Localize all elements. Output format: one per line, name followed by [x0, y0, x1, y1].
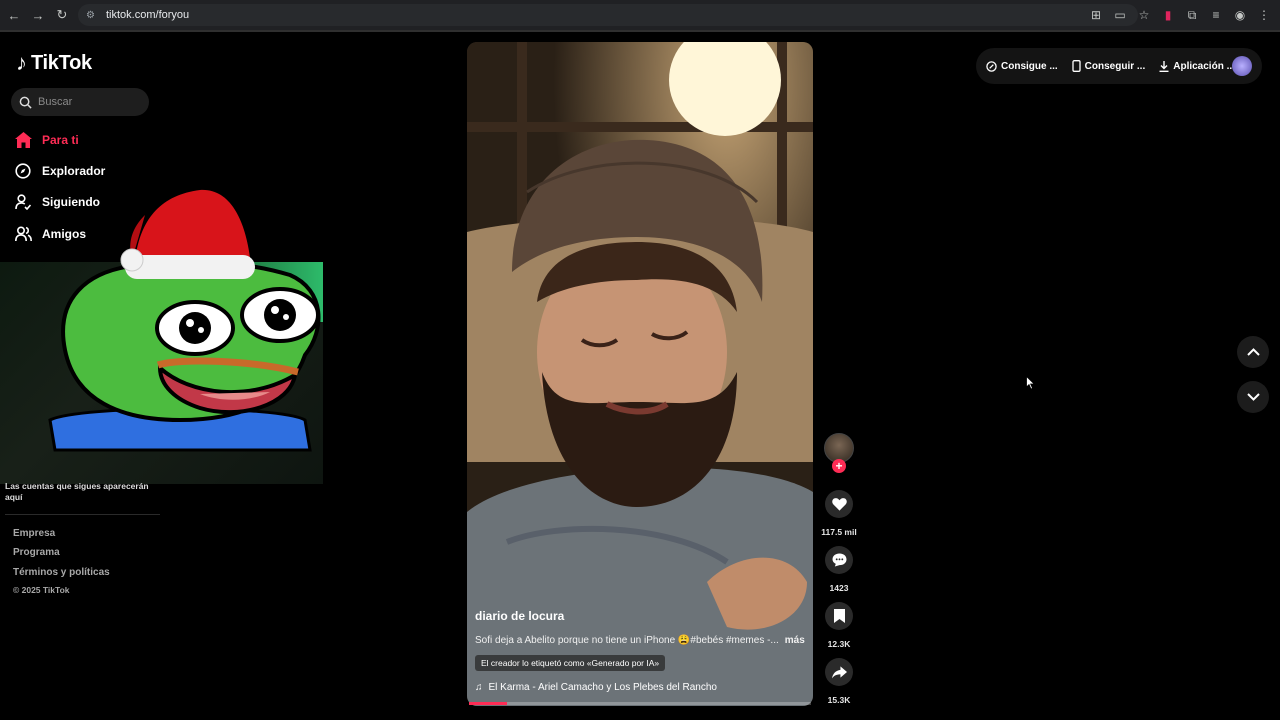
- home-icon: [14, 131, 32, 149]
- pill-label: Consigue ...: [1001, 60, 1058, 72]
- reload-icon[interactable]: ↻: [50, 3, 74, 27]
- mouse-cursor-icon: [1026, 376, 1036, 390]
- pepe-santa-hat-sticker: [48, 189, 321, 452]
- menu-icon[interactable]: ⋮: [1256, 8, 1272, 22]
- like-count: 117.5 mil: [821, 527, 857, 537]
- user-follow-icon: [14, 193, 32, 211]
- sidebar-divider: [5, 514, 160, 515]
- chevron-down-icon: [1246, 393, 1260, 401]
- comment-icon: [832, 553, 846, 567]
- bookmark-star-icon[interactable]: ☆: [1136, 8, 1152, 22]
- like-button[interactable]: [825, 490, 853, 518]
- more-button[interactable]: más: [785, 635, 805, 646]
- phone-icon: [1072, 60, 1081, 72]
- coin-icon: [986, 60, 997, 72]
- back-icon[interactable]: ←: [2, 3, 26, 27]
- footer-link-programa[interactable]: Programa: [13, 547, 60, 558]
- logo-text: TikTok: [31, 51, 92, 74]
- friends-icon: [14, 225, 32, 243]
- share-count: 15.3K: [827, 695, 851, 705]
- search-placeholder: Buscar: [38, 96, 73, 108]
- video-progress-fill: [469, 702, 507, 705]
- header-actions-pill: Consigue ... Conseguir ... Aplicación ..…: [976, 48, 1262, 84]
- page-divider: [0, 30, 1280, 32]
- bookmark-icon: [833, 609, 845, 623]
- get-coins-button[interactable]: Consigue ...: [986, 61, 1058, 72]
- previous-video-button[interactable]: [1237, 336, 1269, 368]
- tab-search-icon[interactable]: ≡: [1208, 8, 1224, 22]
- search-input[interactable]: Buscar: [11, 88, 149, 116]
- video-progress-bar[interactable]: [469, 702, 811, 705]
- music-title: El Karma - Ariel Camacho y Los Plebes de…: [488, 682, 717, 693]
- translate-icon[interactable]: ⊞: [1088, 8, 1104, 22]
- music-note-icon: ♫: [475, 682, 483, 693]
- description-text: Sofi deja a Abelito porque no tiene un i…: [475, 635, 779, 646]
- tiktok-logo[interactable]: ♪ TikTok: [16, 50, 92, 76]
- extensions-icon[interactable]: ⧉: [1184, 8, 1200, 23]
- tiktok-note-icon: ♪: [16, 50, 27, 75]
- compass-icon: [14, 162, 32, 180]
- ai-generated-label: El creador lo etiquetó como «Generado po…: [475, 655, 666, 671]
- video-player[interactable]: [467, 42, 813, 706]
- follow-plus-icon[interactable]: +: [832, 459, 846, 473]
- comment-button[interactable]: [825, 546, 853, 574]
- user-avatar[interactable]: [1232, 56, 1252, 76]
- next-video-button[interactable]: [1237, 381, 1269, 413]
- browser-toolbar: ← → ↻ ⚙ tiktok.com/foryou ⊞ ▭ ☆ ▮ ⧉ ≡ ◉ …: [0, 0, 1280, 30]
- cast-icon[interactable]: ▭: [1112, 8, 1128, 22]
- sidebar-item-label: Explorador: [42, 164, 106, 178]
- followers-empty-note: Las cuentas que sigues aparecerán aquí: [5, 481, 149, 502]
- sidebar-item-label: Para ti: [42, 133, 79, 147]
- extension-record-icon[interactable]: ▮: [1160, 8, 1176, 22]
- footer-link-empresa[interactable]: Empresa: [13, 528, 55, 539]
- footer-link-terminos[interactable]: Términos y políticas: [13, 567, 110, 578]
- site-settings-icon[interactable]: ⚙: [86, 8, 100, 22]
- pill-label: Aplicación ...: [1173, 60, 1235, 72]
- save-button[interactable]: [825, 602, 853, 630]
- download-app-button[interactable]: Aplicación ...: [1159, 60, 1235, 72]
- profile-icon[interactable]: ◉: [1232, 8, 1248, 22]
- sidebar-item-para-ti[interactable]: Para ti: [14, 128, 79, 152]
- share-button[interactable]: [825, 658, 853, 686]
- share-icon: [831, 665, 847, 678]
- music-link[interactable]: ♫ El Karma - Ariel Camacho y Los Plebes …: [475, 682, 815, 693]
- pill-label: Conseguir ...: [1084, 60, 1146, 72]
- forward-icon[interactable]: →: [26, 3, 50, 27]
- url-text: tiktok.com/foryou: [106, 9, 190, 21]
- copyright: © 2025 TikTok: [13, 585, 70, 595]
- save-count: 12.3K: [827, 639, 851, 649]
- video-frame-image: [467, 42, 813, 706]
- video-description: Sofi deja a Abelito porque no tiene un i…: [475, 635, 815, 646]
- search-icon: [19, 96, 32, 109]
- browser-actions: ⊞ ▭ ☆ ▮ ⧉ ≡ ◉ ⋮: [1088, 4, 1280, 26]
- address-bar[interactable]: ⚙ tiktok.com/foryou: [78, 4, 1138, 26]
- heart-icon: [831, 498, 847, 511]
- comment-count: 1423: [829, 583, 849, 593]
- chevron-up-icon: [1246, 348, 1260, 356]
- download-icon: [1159, 60, 1169, 72]
- get-app-button[interactable]: Conseguir ...: [1072, 60, 1146, 72]
- video-author[interactable]: diario de locura: [475, 609, 815, 623]
